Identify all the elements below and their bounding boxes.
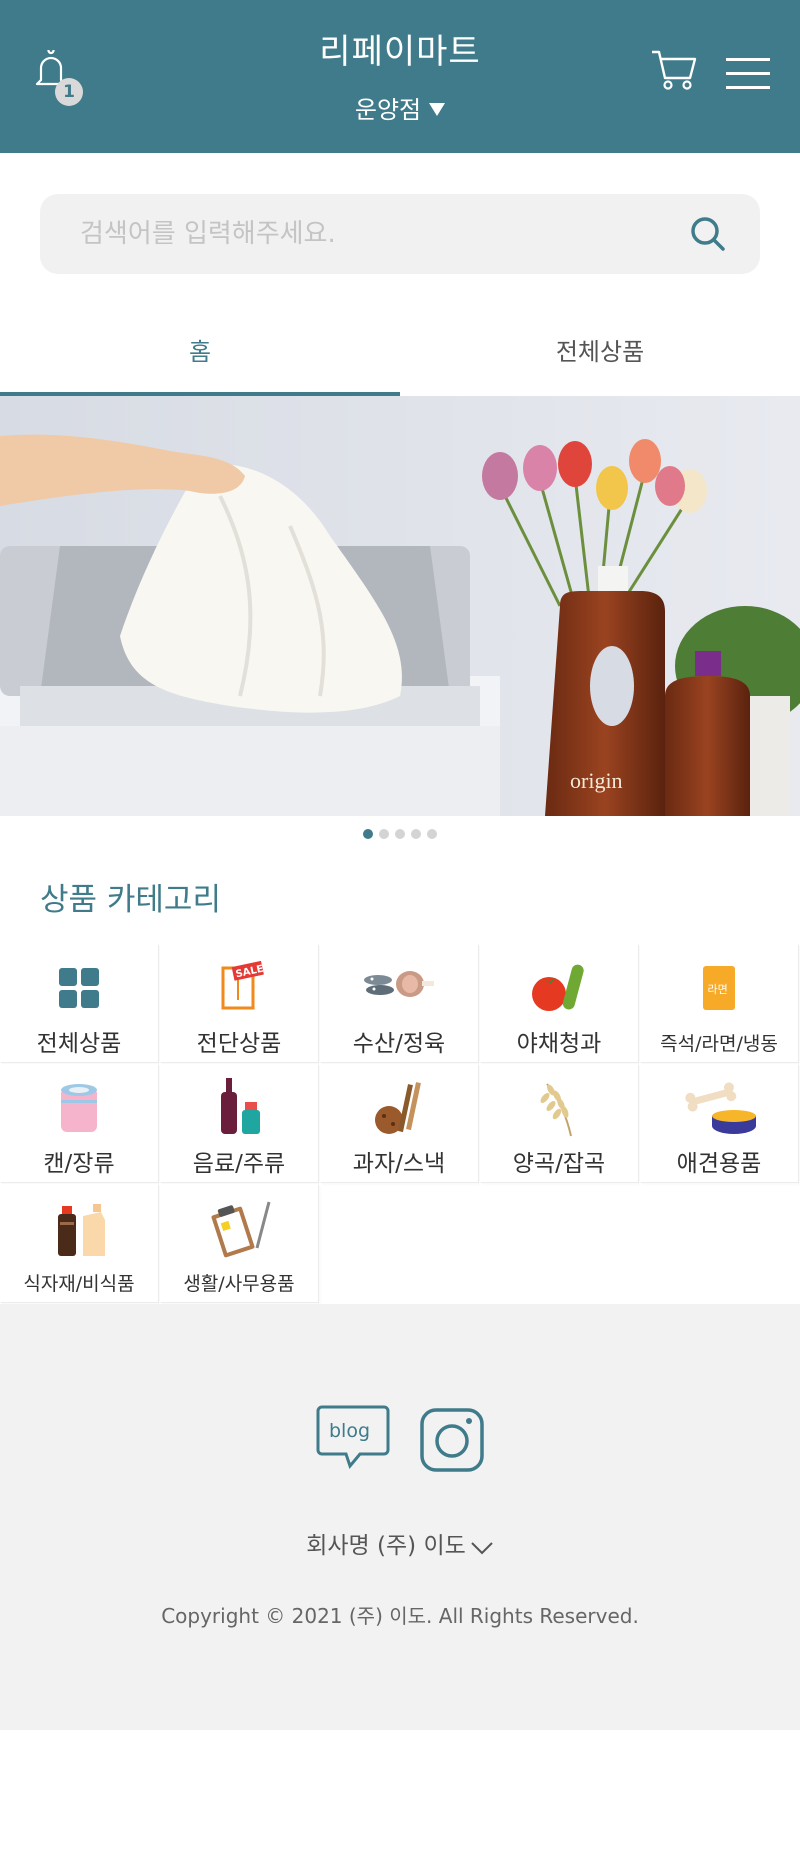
category-instant-ramen-frozen[interactable]: 라면 즉석/라면/냉동 [640, 944, 798, 1062]
fish-meat-icon [364, 971, 434, 997]
banner-product-text: origin [570, 768, 623, 793]
can-icon [61, 1084, 97, 1132]
category-pet-supplies[interactable]: 애견용품 [640, 1064, 798, 1182]
category-ingredients-nonfood[interactable]: 식자재/비식품 [0, 1184, 158, 1302]
top-header: 1 리페이마트 운양점 [0, 0, 800, 153]
tab-all-products[interactable]: 전체상품 [400, 300, 800, 396]
banner-image: origin [0, 396, 800, 816]
category-section-title: 상품 카테고리 [40, 882, 221, 918]
blog-icon: blog [316, 1405, 390, 1470]
cookie-snack-icon [375, 1082, 421, 1134]
tomato-cucumber-icon [532, 964, 584, 1011]
grid-icon [59, 968, 99, 1008]
category-label: 생활/사무용품 [183, 1273, 295, 1295]
main-tabs: 홈 전체상품 [0, 300, 800, 396]
ingredient-bottles-icon [58, 1204, 105, 1256]
category-label: 양곡/잡곡 [512, 1151, 606, 1177]
hamburger-menu-button[interactable] [726, 58, 770, 92]
category-label: 즉석/라면/냉동 [660, 1033, 778, 1055]
category-snacks[interactable]: 과자/스낵 [320, 1064, 478, 1182]
category-cans-sauces[interactable]: 캔/장류 [0, 1064, 158, 1182]
cart-icon [652, 50, 697, 90]
banner-dot[interactable] [363, 829, 373, 839]
search-icon [691, 217, 725, 251]
banner-dot[interactable] [395, 829, 405, 839]
copyright-text: Copyright © 2021 (주) 이도. All Rights Rese… [161, 1604, 639, 1628]
store-selector[interactable]: 운양점 [0, 90, 800, 125]
category-drinks-liquor[interactable]: 음료/주류 [160, 1064, 318, 1182]
category-label: 캔/장류 [43, 1151, 115, 1177]
category-household-office[interactable]: 생활/사무용품 [160, 1184, 318, 1302]
category-all-products[interactable]: 전체상품 [0, 944, 158, 1062]
category-label: 전체상품 [36, 1031, 122, 1057]
blog-link[interactable]: blog [316, 1404, 390, 1472]
category-label: 야채청과 [516, 1031, 602, 1057]
category-vegetables-fruits[interactable]: 야채청과 [480, 944, 638, 1062]
ramen-icon: 라면 [703, 966, 735, 1010]
promo-banner[interactable]: origin [0, 396, 800, 816]
tab-home[interactable]: 홈 [0, 300, 400, 396]
category-flyer-products[interactable]: SALE 전단상품 [160, 944, 318, 1062]
store-name: 운양점 [354, 96, 422, 124]
search-bar [40, 194, 760, 274]
banner-dot[interactable] [411, 829, 421, 839]
company-info-toggle[interactable]: 회사명 (주) 이도 [0, 1526, 800, 1560]
category-label: 애견용품 [676, 1151, 762, 1177]
cart-button[interactable] [650, 48, 698, 92]
instagram-link[interactable] [419, 1407, 485, 1473]
grain-icon [540, 1083, 572, 1137]
company-name: 회사명 (주) 이도 [306, 1533, 466, 1559]
bottles-icon [221, 1078, 260, 1134]
sale-flyer-icon: SALE [221, 960, 265, 1010]
caret-down-icon [429, 103, 446, 116]
ramen-text: 라면 [708, 983, 728, 996]
instagram-icon [420, 1408, 484, 1472]
category-label: 수산/정육 [352, 1031, 446, 1057]
banner-dot[interactable] [427, 829, 437, 839]
category-seafood-meat[interactable]: 수산/정육 [320, 944, 478, 1062]
pet-icon [685, 1082, 756, 1134]
search-button[interactable] [688, 214, 728, 254]
search-input[interactable] [80, 194, 680, 274]
category-label: 과자/스낵 [352, 1151, 446, 1177]
banner-dot[interactable] [379, 829, 389, 839]
chevron-down-icon [471, 1542, 493, 1555]
footer: blog 회사명 (주) 이도 Copyright © 2021 (주) 이도.… [0, 1304, 800, 1730]
clipboard-pen-icon [211, 1201, 271, 1258]
blog-text: blog [329, 1420, 370, 1442]
category-label: 음료/주류 [192, 1151, 286, 1177]
category-label: 전단상품 [196, 1031, 282, 1057]
category-label: 식자재/비식품 [23, 1273, 135, 1295]
banner-pagination [0, 824, 800, 843]
category-grains[interactable]: 양곡/잡곡 [480, 1064, 638, 1182]
